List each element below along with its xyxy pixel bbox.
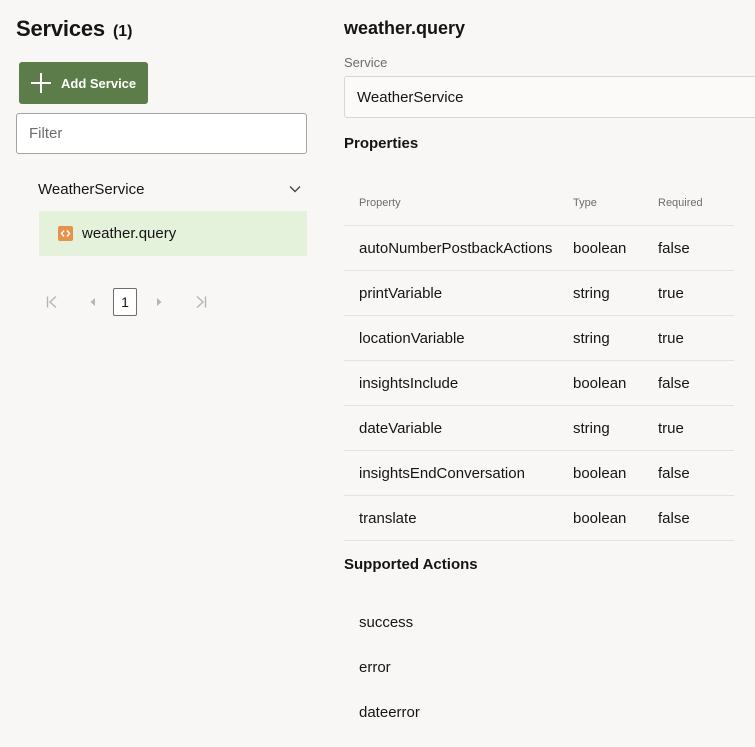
cell-property: insightsInclude [359, 374, 459, 392]
properties-table: Property Type Required autoNumberPostbac… [344, 180, 734, 541]
supported-actions-heading: Supported Actions [344, 556, 478, 573]
services-count: (1) [112, 23, 133, 40]
cell-property: autoNumberPostbackActions [359, 239, 553, 257]
list-item: dateerror [359, 704, 420, 721]
cell-required: false [658, 239, 690, 257]
service-item-weather-query[interactable]: weather.query [39, 211, 307, 256]
chevron-down-icon[interactable] [289, 183, 301, 195]
cell-type: string [573, 284, 610, 302]
previous-page-icon[interactable] [81, 288, 105, 316]
cell-type: boolean [573, 239, 627, 257]
last-page-icon[interactable] [189, 288, 213, 316]
column-header-type: Type [573, 196, 597, 209]
app-root: Services (1) Add Service WeatherService … [0, 0, 755, 747]
column-header-required: Required [658, 196, 703, 209]
cell-property: insightsEndConversation [359, 464, 525, 482]
list-item: error [359, 659, 391, 676]
filter-input[interactable] [16, 113, 307, 154]
properties-heading: Properties [344, 135, 419, 152]
table-row: insightsInclude boolean false [344, 361, 734, 406]
cell-required: true [658, 284, 684, 302]
service-field-value: WeatherService [357, 88, 464, 106]
table-header: Property Type Required [344, 180, 734, 226]
current-page-button[interactable]: 1 [113, 288, 137, 316]
service-item-label: weather.query [82, 225, 177, 242]
pagination: 1 [40, 288, 213, 316]
services-panel: Services (1) Add Service WeatherService … [0, 0, 330, 747]
table-row: autoNumberPostbackActions boolean false [344, 226, 734, 271]
table-row: locationVariable string true [344, 316, 734, 361]
add-service-label: Add Service [61, 75, 137, 91]
first-page-icon[interactable] [40, 288, 64, 316]
add-service-button[interactable]: Add Service [19, 62, 148, 104]
table-row: translate boolean false [344, 496, 734, 541]
cell-type: boolean [573, 509, 627, 527]
service-group-name: WeatherService [38, 180, 145, 198]
cell-property: translate [359, 509, 417, 527]
cell-required: false [658, 464, 690, 482]
component-icon [58, 226, 73, 241]
cell-type: boolean [573, 374, 627, 392]
service-detail-panel: weather.query Service WeatherService Pro… [344, 0, 755, 747]
service-field: WeatherService [344, 76, 755, 118]
cell-required: true [658, 329, 684, 347]
cell-property: dateVariable [359, 419, 443, 437]
cell-required: false [658, 509, 690, 527]
table-row: printVariable string true [344, 271, 734, 316]
cell-required: true [658, 419, 684, 437]
services-title: Services [16, 16, 105, 41]
services-header: Services (1) [16, 16, 133, 42]
cell-property: printVariable [359, 284, 443, 302]
supported-actions-list: success error dateerror [359, 600, 420, 735]
cell-type: string [573, 329, 610, 347]
table-row: dateVariable string true [344, 406, 734, 451]
detail-title: weather.query [344, 18, 466, 38]
service-field-label: Service [344, 55, 388, 70]
cell-type: string [573, 419, 610, 437]
cell-type: boolean [573, 464, 627, 482]
cell-property: locationVariable [359, 329, 465, 347]
service-group-weatherservice[interactable]: WeatherService [38, 176, 307, 202]
cell-required: false [658, 374, 690, 392]
table-row: insightsEndConversation boolean false [344, 451, 734, 496]
list-item: success [359, 614, 414, 631]
column-header-property: Property [359, 196, 401, 209]
plus-icon [30, 72, 52, 94]
next-page-icon[interactable] [147, 288, 171, 316]
